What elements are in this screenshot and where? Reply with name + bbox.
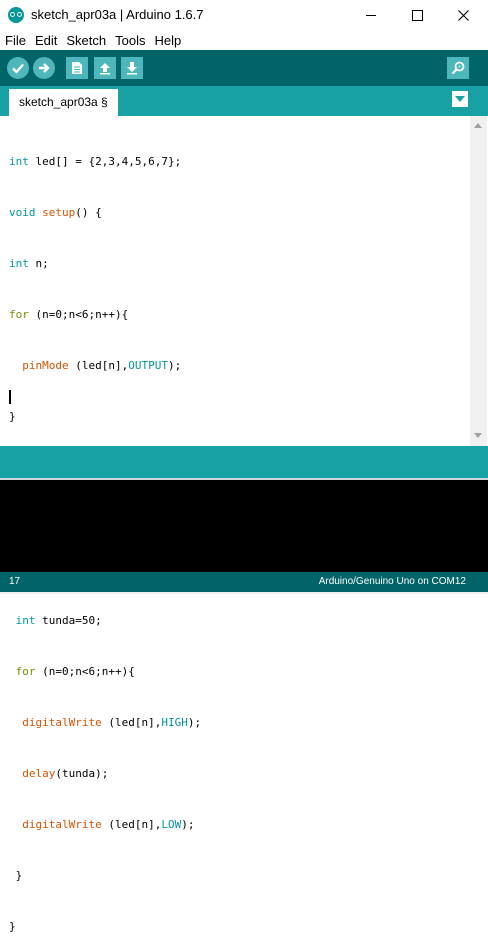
verify-button[interactable] bbox=[7, 57, 29, 79]
code-line: } bbox=[9, 410, 16, 423]
arduino-logo-icon bbox=[8, 7, 24, 23]
tab-menu-button[interactable] bbox=[452, 91, 468, 107]
chevron-down-icon bbox=[455, 96, 465, 102]
save-button[interactable] bbox=[121, 57, 143, 79]
magnifier-icon bbox=[451, 61, 465, 75]
check-icon bbox=[12, 63, 24, 74]
serial-monitor-button[interactable] bbox=[447, 57, 469, 79]
code-line: pinMode (led[n],OUTPUT); bbox=[22, 359, 182, 372]
code-line: void setup() { bbox=[9, 206, 102, 219]
open-button[interactable] bbox=[94, 57, 116, 79]
code-line: digitalWrite (led[n],LOW); bbox=[22, 818, 195, 831]
code-line: } bbox=[9, 869, 23, 882]
code-line: int tunda=50; bbox=[15, 614, 102, 627]
code-line: int n; bbox=[9, 257, 49, 270]
vertical-scrollbar[interactable] bbox=[470, 116, 487, 446]
menu-file[interactable]: File bbox=[0, 33, 30, 48]
minimize-icon bbox=[366, 14, 376, 16]
code-line: int led[] = {2,3,4,5,6,7}; bbox=[9, 155, 182, 168]
code-line: for (n=0;n<6;n++){ bbox=[15, 665, 135, 678]
board-port-info: Arduino/Genuino Uno on COM12 bbox=[318, 576, 466, 587]
scroll-up-arrow-icon[interactable] bbox=[474, 123, 482, 128]
scroll-down-arrow-icon[interactable] bbox=[474, 433, 482, 438]
close-button[interactable] bbox=[440, 0, 486, 30]
console-output[interactable] bbox=[0, 480, 488, 572]
arrow-down-icon bbox=[127, 62, 137, 75]
window-title: sketch_apr03a | Arduino 1.6.7 bbox=[31, 7, 204, 22]
menu-tools[interactable]: Tools bbox=[110, 33, 149, 48]
message-area bbox=[0, 446, 488, 478]
menu-help[interactable]: Help bbox=[149, 33, 185, 48]
menu-edit[interactable]: Edit bbox=[30, 33, 61, 48]
arrow-up-icon bbox=[100, 63, 110, 75]
close-icon bbox=[457, 9, 469, 21]
minimize-button[interactable] bbox=[348, 0, 394, 30]
tab-sketch[interactable]: sketch_apr03a § bbox=[9, 89, 118, 116]
menu-bar: File Edit Sketch Tools Help bbox=[0, 30, 488, 50]
maximize-button[interactable] bbox=[394, 0, 440, 30]
code-line: for (n=0;n<6;n++){ bbox=[9, 308, 129, 321]
upload-button[interactable] bbox=[33, 57, 55, 79]
maximize-icon bbox=[411, 9, 423, 21]
menu-sketch[interactable]: Sketch bbox=[61, 33, 110, 48]
code-line: digitalWrite (led[n],HIGH); bbox=[22, 716, 202, 729]
document-icon bbox=[72, 62, 82, 74]
new-sketch-button[interactable] bbox=[66, 57, 88, 79]
text-caret bbox=[9, 390, 11, 404]
arrow-right-icon bbox=[39, 63, 50, 73]
code-line: delay(tunda); bbox=[22, 767, 109, 780]
line-number: 17 bbox=[9, 576, 21, 587]
code-line: } bbox=[9, 920, 16, 933]
